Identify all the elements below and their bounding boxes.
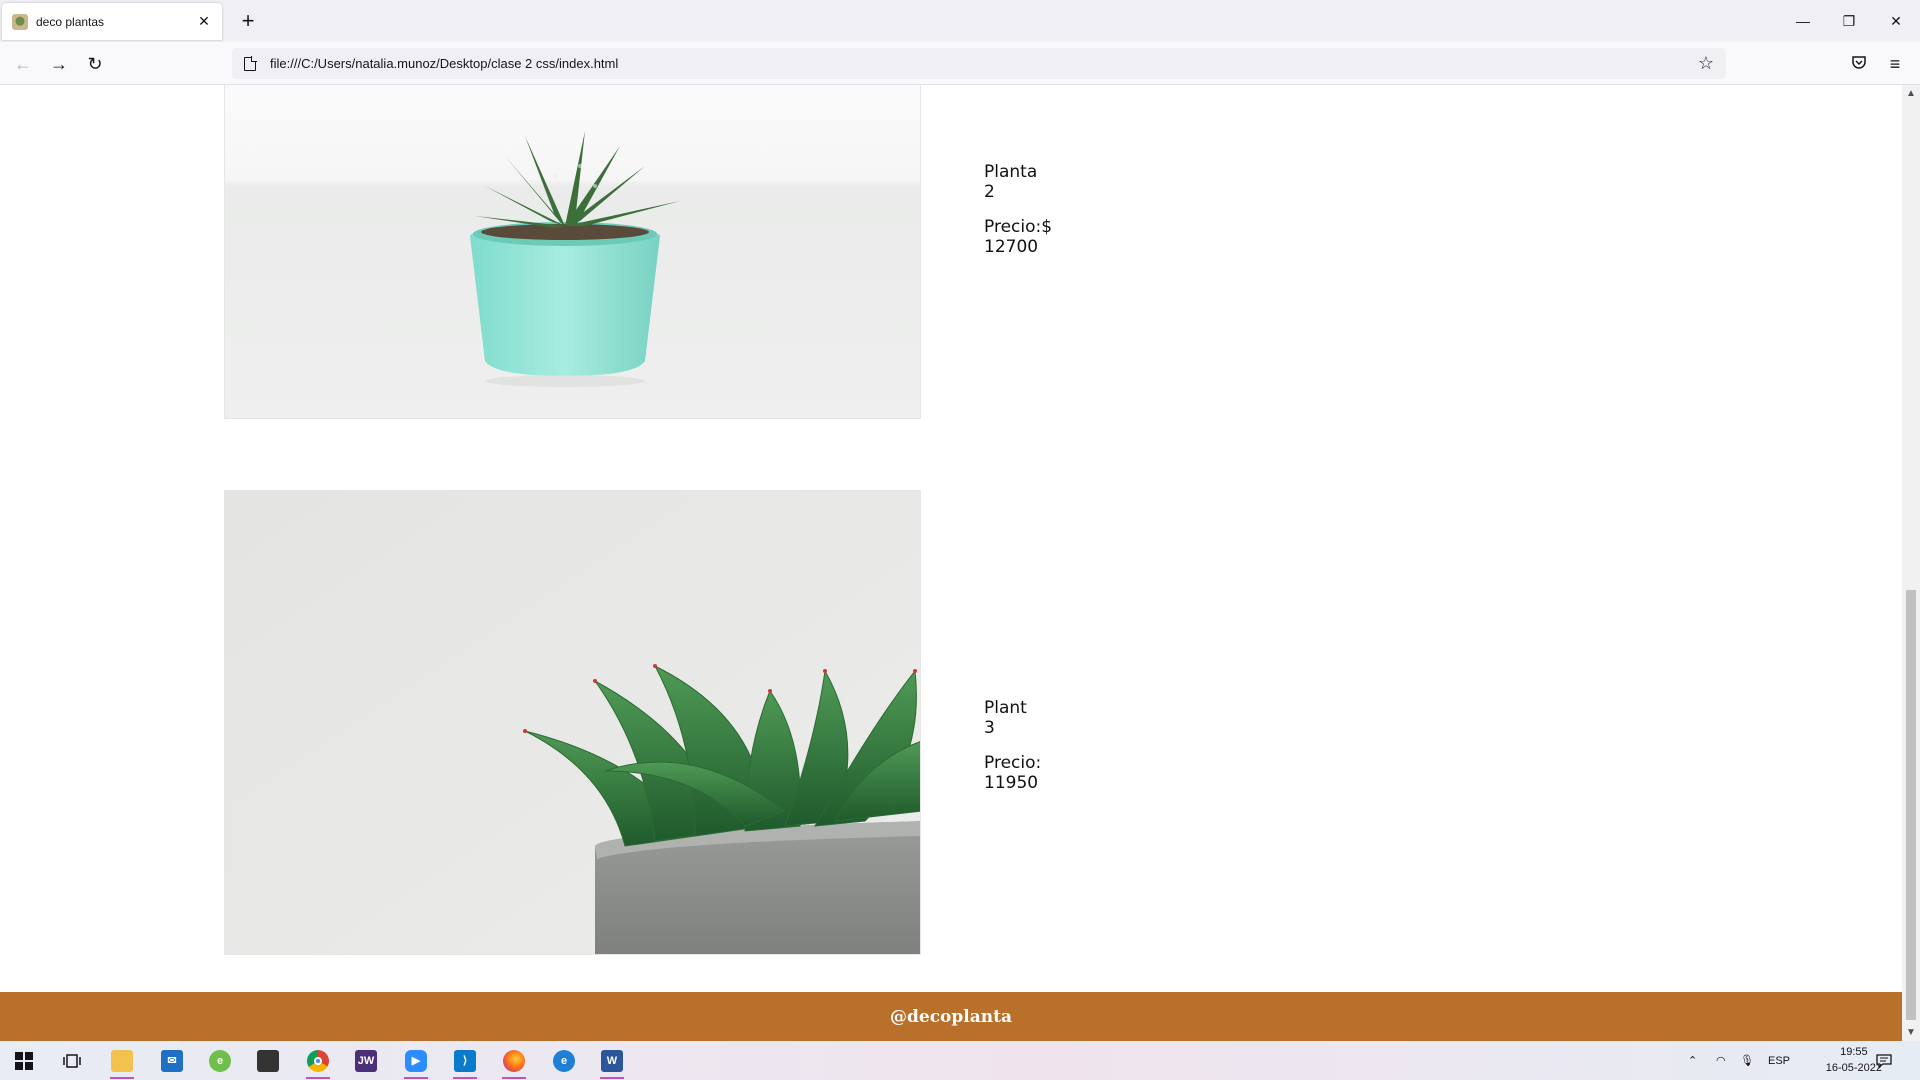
close-window-button[interactable]: ✕ bbox=[1873, 10, 1919, 32]
scroll-thumb[interactable] bbox=[1906, 590, 1916, 1020]
scroll-down-arrow-icon[interactable]: ▼ bbox=[1902, 1024, 1920, 1041]
product-price: Precio:$ 12700 bbox=[984, 217, 1053, 257]
microphone-icon[interactable]: 🎙 bbox=[1740, 1041, 1754, 1080]
succulent-teal-pot-image bbox=[224, 85, 921, 419]
forward-button[interactable]: → bbox=[46, 51, 72, 77]
bookmark-star-icon[interactable]: ☆ bbox=[1698, 53, 1714, 74]
scroll-up-arrow-icon[interactable]: ▲ bbox=[1902, 85, 1920, 102]
minimize-button[interactable]: — bbox=[1780, 10, 1826, 32]
windows-taskbar: ✉ e JW ▶ ⟩ e W ⌃ ◠ 🎙 ESP 19:55 16-05-202… bbox=[0, 1041, 1920, 1080]
restore-button[interactable]: ❐ bbox=[1826, 10, 1872, 32]
tray-chevron-icon[interactable]: ⌃ bbox=[1688, 1041, 1697, 1080]
url-text[interactable]: file:///C:/Users/natalia.munoz/Desktop/c… bbox=[270, 56, 618, 71]
footer-handle[interactable]: @decoplanta bbox=[890, 1007, 1012, 1027]
mail-icon[interactable]: ✉ bbox=[148, 1041, 196, 1080]
file-explorer-icon[interactable] bbox=[98, 1041, 146, 1080]
product-name: Plant 3 bbox=[984, 698, 1027, 738]
page-icon bbox=[244, 55, 257, 71]
browser-tab[interactable]: deco plantas ✕ bbox=[2, 3, 222, 40]
product-info: Plant 3 Precio: 11950 bbox=[984, 698, 1041, 808]
menu-hamburger-icon[interactable]: ≡ bbox=[1882, 51, 1908, 77]
vscode-icon[interactable]: ⟩ bbox=[441, 1041, 489, 1080]
task-view-icon[interactable] bbox=[48, 1041, 96, 1080]
edge-icon[interactable]: e bbox=[540, 1041, 588, 1080]
clock-time: 19:55 bbox=[1840, 1046, 1868, 1058]
windows-start-icon[interactable] bbox=[0, 1041, 48, 1080]
tab-title: deco plantas bbox=[36, 14, 105, 29]
product-price: Precio: 11950 bbox=[984, 753, 1042, 793]
taskbar-clock[interactable]: 19:55 16-05-2022 bbox=[1826, 1044, 1882, 1076]
new-tab-button[interactable]: + bbox=[236, 10, 260, 32]
product-name: Planta 2 bbox=[984, 162, 1038, 202]
tab-close-icon[interactable]: ✕ bbox=[196, 13, 212, 30]
jw-library-icon[interactable]: JW bbox=[342, 1041, 390, 1080]
notifications-icon[interactable] bbox=[1876, 1041, 1892, 1080]
nav-bar: ← → ↻ file:///C:/Users/natalia.munoz/Des… bbox=[0, 42, 1920, 85]
language-indicator[interactable]: ESP bbox=[1768, 1041, 1790, 1080]
page-viewport: Planta 2 Precio:$ 12700 Plant 3 Precio: … bbox=[0, 85, 1902, 1041]
edge-legacy-icon[interactable]: e bbox=[196, 1041, 244, 1080]
back-button[interactable]: ← bbox=[10, 51, 36, 77]
network-icon[interactable]: ◠ bbox=[1716, 1041, 1726, 1080]
word-icon[interactable]: W bbox=[588, 1041, 636, 1080]
pocket-icon[interactable] bbox=[1846, 51, 1872, 77]
zoom-icon[interactable]: ▶ bbox=[392, 1041, 440, 1080]
reload-button[interactable]: ↻ bbox=[82, 51, 108, 77]
store-icon[interactable] bbox=[244, 1041, 292, 1080]
address-bar[interactable]: file:///C:/Users/natalia.munoz/Desktop/c… bbox=[232, 48, 1726, 79]
plant-favicon-icon bbox=[12, 13, 28, 30]
chrome-icon[interactable] bbox=[294, 1041, 342, 1080]
page-scrollbar[interactable]: ▲ ▼ bbox=[1902, 85, 1920, 1041]
product-info: Planta 2 Precio:$ 12700 bbox=[984, 162, 1052, 272]
firefox-icon[interactable] bbox=[490, 1041, 538, 1080]
clock-date: 16-05-2022 bbox=[1825, 1062, 1882, 1074]
tab-bar: deco plantas ✕ + — ❐ ✕ bbox=[0, 0, 1920, 42]
succulent-concrete-pot-image bbox=[224, 490, 921, 955]
page-footer: @decoplanta bbox=[0, 992, 1902, 1041]
